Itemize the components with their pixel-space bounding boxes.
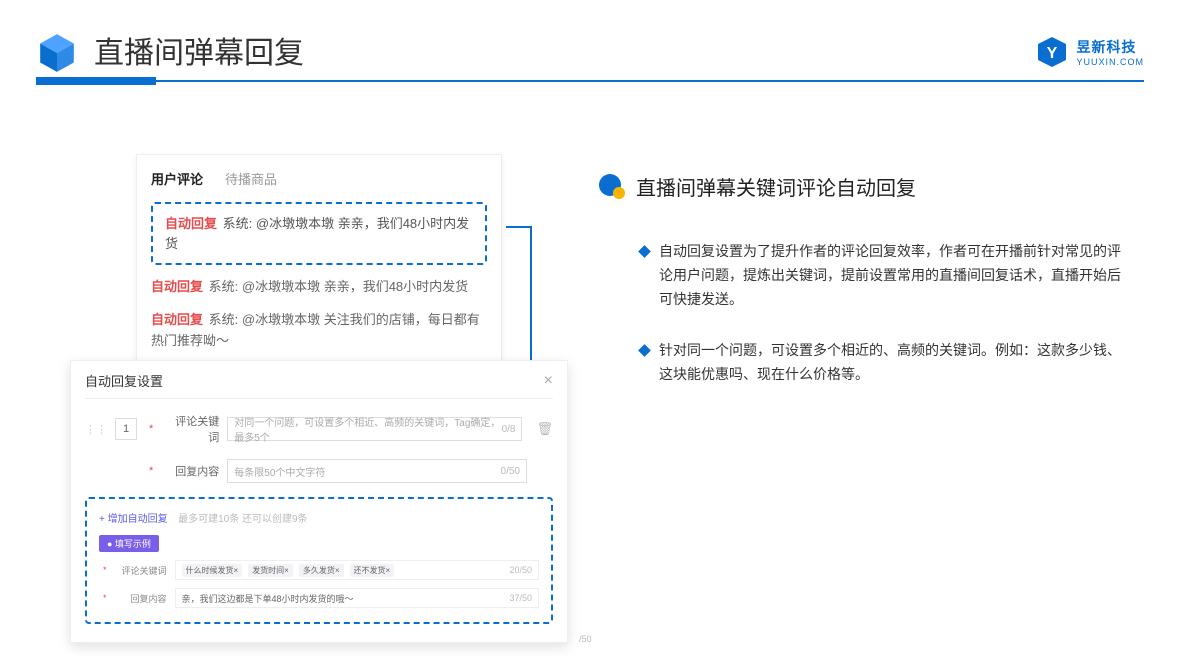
index-box: 1 <box>115 418 137 440</box>
outer-counter: /50 <box>579 634 592 644</box>
brand-url: YUUXIN.COM <box>1076 57 1144 67</box>
char-counter: 20/50 <box>509 565 532 575</box>
keyword-label: 评论关键词 <box>165 413 219 445</box>
example-keyword-row: * 评论关键词 什么时候发货× 发货时间× 多久发货× 还不发货× 20/50 <box>99 560 539 580</box>
settings-title: 自动回复设置 <box>85 371 163 390</box>
ex-keyword-input[interactable]: 什么时候发货× 发货时间× 多久发货× 还不发货× 20/50 <box>175 560 539 580</box>
ex-reply-label: 回复内容 <box>119 592 167 605</box>
bullet-item: 针对同一个问题，可设置多个相近的、高频的关键词。例如：这款多少钱、这块能优惠吗、… <box>640 339 1130 387</box>
comments-panel: 用户评论 待播商品 自动回复 系统: @冰墩墩本墩 亲亲，我们48小时内发货 自… <box>136 154 502 368</box>
comment-text-2: @冰墩墩本墩 亲亲，我们48小时内发货 <box>242 279 468 294</box>
auto-reply-label: 自动回复 <box>151 312 203 327</box>
char-counter: 37/50 <box>509 593 532 603</box>
system-label: 系统: <box>209 312 239 327</box>
bullet-list: 自动回复设置为了提升作者的评论回复效率，作者可在开播前针对常见的评论用户问题，提… <box>640 240 1130 415</box>
brand-name: 昱新科技 <box>1076 37 1144 57</box>
page-title: 直播间弹幕回复 <box>94 28 304 72</box>
cube-icon <box>36 32 78 74</box>
example-reply-row: * 回复内容 亲，我们这边都是下单48小时内发货的哦～ 37/50 <box>99 588 539 608</box>
highlighted-comment: 自动回复 系统: @冰墩墩本墩 亲亲，我们48小时内发货 <box>151 202 487 265</box>
example-block: + 增加自动回复 最多可建10条 还可以创建9条 ● 填写示例 * 评论关键词 … <box>85 497 553 624</box>
tab-user-comments[interactable]: 用户评论 <box>151 169 203 188</box>
ex-reply-input[interactable]: 亲，我们这边都是下单48小时内发货的哦～ 37/50 <box>175 588 539 608</box>
ex-reply-text: 亲，我们这边都是下单48小时内发货的哦～ <box>182 592 354 605</box>
char-counter: 0/50 <box>501 466 520 477</box>
add-auto-reply-link[interactable]: + 增加自动回复 <box>99 514 168 525</box>
auto-reply-label: 自动回复 <box>165 216 217 231</box>
ex-keyword-label: 评论关键词 <box>119 564 167 577</box>
auto-reply-label: 自动回复 <box>151 279 203 294</box>
settings-panel: 自动回复设置 × ⋮⋮ 1 * 评论关键词 对同一个问题，可设置多个相近、高频的… <box>70 360 568 643</box>
diamond-icon <box>638 345 651 358</box>
keyword-tag[interactable]: 还不发货× <box>350 564 395 577</box>
form-row-reply: * 回复内容 每条限50个中文字符 0/50 <box>85 459 553 483</box>
bullet-text: 自动回复设置为了提升作者的评论回复效率，作者可在开播前针对常见的评论用户问题，提… <box>659 240 1130 311</box>
brand-logo-icon: Y <box>1036 36 1068 68</box>
reply-input[interactable]: 每条限50个中文字符 0/50 <box>227 459 527 483</box>
diamond-icon <box>638 245 651 258</box>
brand-block: Y 昱新科技 YUUXIN.COM <box>1036 36 1144 68</box>
comment-row: 自动回复 系统: @冰墩墩本墩 关注我们的店铺，每日都有热门推荐呦～ <box>151 310 487 352</box>
keyword-tag[interactable]: 什么时候发货× <box>182 564 243 577</box>
add-note: 最多可建10条 还可以创建9条 <box>178 514 307 525</box>
reply-label: 回复内容 <box>165 463 219 479</box>
required-dot: * <box>149 423 153 435</box>
placeholder-text: 对同一个问题，可设置多个相近、高频的关键词，Tag确定，最多5个 <box>234 414 501 444</box>
settings-header: 自动回复设置 × <box>85 371 553 399</box>
svg-text:Y: Y <box>1047 45 1058 62</box>
system-label: 系统: <box>209 279 239 294</box>
form-row-keywords: ⋮⋮ 1 * 评论关键词 对同一个问题，可设置多个相近、高频的关键词，Tag确定… <box>85 413 553 445</box>
bullet-item: 自动回复设置为了提升作者的评论回复效率，作者可在开播前针对常见的评论用户问题，提… <box>640 240 1130 311</box>
comment-row: 自动回复 系统: @冰墩墩本墩 亲亲，我们48小时内发货 <box>151 277 487 298</box>
keyword-tag[interactable]: 多久发货× <box>299 564 344 577</box>
trash-icon[interactable]: 🗑 <box>536 421 553 437</box>
message-icon <box>598 173 626 201</box>
tab-pending-goods[interactable]: 待播商品 <box>225 169 277 188</box>
keyword-tag[interactable]: 发货时间× <box>248 564 293 577</box>
section-title: 直播间弹幕关键词评论自动回复 <box>636 172 916 201</box>
close-icon[interactable]: × <box>544 372 553 390</box>
placeholder-text: 每条限50个中文字符 <box>234 464 325 479</box>
header-divider <box>36 80 1144 82</box>
example-badge: ● 填写示例 <box>99 535 159 552</box>
system-label: 系统: <box>223 216 253 231</box>
keyword-input[interactable]: 对同一个问题，可设置多个相近、高频的关键词，Tag确定，最多5个 0/8 <box>227 417 522 441</box>
bullet-text: 针对同一个问题，可设置多个相近的、高频的关键词。例如：这款多少钱、这块能优惠吗、… <box>659 339 1130 387</box>
char-counter: 0/8 <box>502 424 516 435</box>
required-dot: * <box>149 465 153 477</box>
section-heading: 直播间弹幕关键词评论自动回复 <box>598 172 916 201</box>
tabs: 用户评论 待播商品 <box>151 169 487 188</box>
